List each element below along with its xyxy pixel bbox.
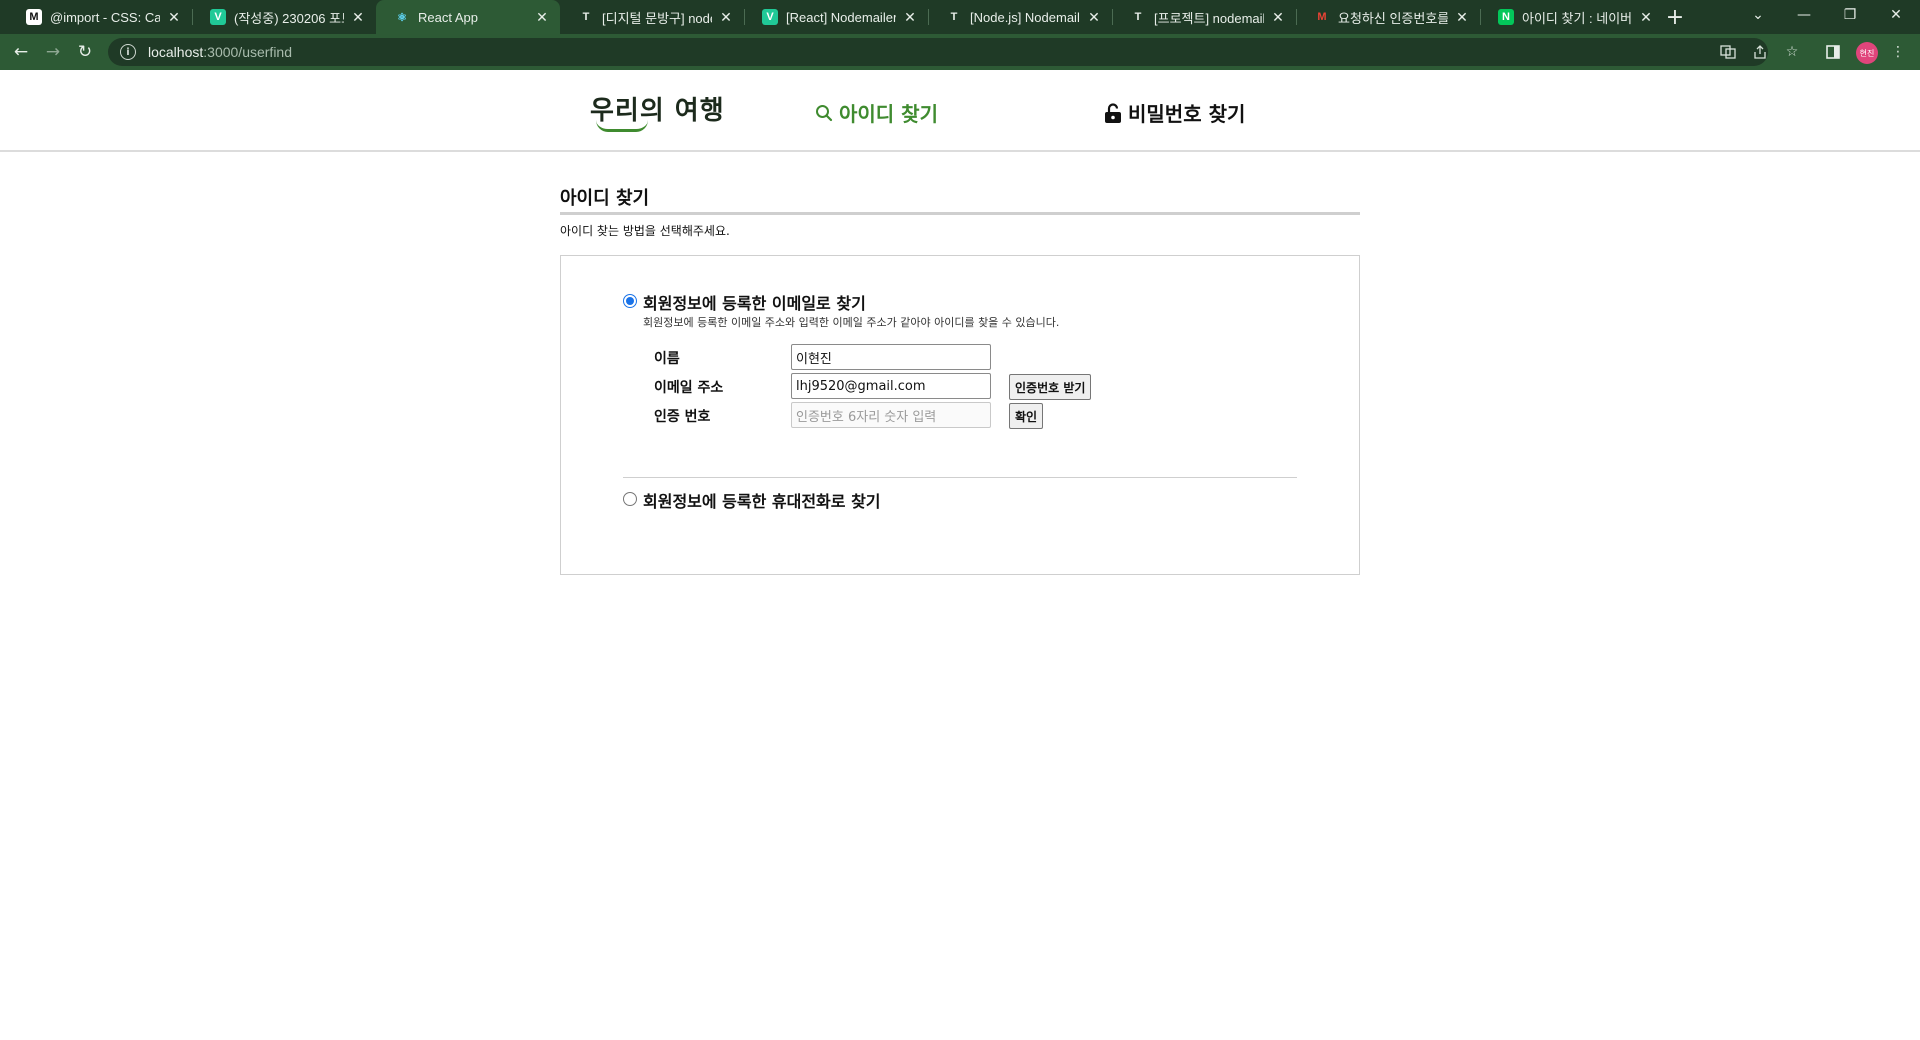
auth-code-label: 인증 번호 — [654, 409, 711, 425]
email-option-label[interactable]: 회원정보에 등록한 이메일로 찾기 — [643, 290, 866, 314]
search-icon — [815, 104, 833, 122]
unlock-icon — [1104, 102, 1122, 123]
tab-close-icon[interactable]: ✕ — [534, 9, 550, 26]
site-info-icon[interactable]: i — [120, 44, 136, 60]
tab-separator — [1480, 9, 1481, 25]
email-option-radio[interactable] — [623, 294, 637, 308]
back-icon[interactable]: ← — [8, 39, 34, 65]
nav-find-password[interactable]: 비밀번호 찾기 — [1104, 98, 1245, 127]
browser-tab[interactable]: T [디지털 문방구] node ✕ — [560, 0, 744, 34]
browser-tab-strip: M@import - CSS: Casca✕V(작성중) 230206 포트✕⚛… — [0, 0, 1920, 34]
tab-separator — [192, 9, 193, 25]
tab-separator — [1296, 9, 1297, 25]
profile-avatar[interactable]: 현진 — [1856, 42, 1878, 64]
tab-title: (작성중) 230206 포트 — [234, 10, 344, 26]
tab-favicon-icon: ⚛ — [397, 11, 407, 24]
tab-title: [React] Nodemailer G — [786, 9, 896, 25]
tab-title: [디지털 문방구] node — [602, 10, 712, 26]
tab-search-icon[interactable]: ⌄ — [1736, 0, 1780, 30]
auth-code-input[interactable]: 인증번호 6자리 숫자 입력 — [791, 402, 991, 428]
forward-icon[interactable]: → — [40, 39, 66, 65]
tab-close-icon[interactable]: ✕ — [350, 9, 366, 26]
tab-favicon-icon: M — [26, 9, 42, 25]
browser-tab[interactable]: V (작성중) 230206 포트 ✕ — [192, 0, 376, 34]
browser-tab[interactable]: T [Node.js] Nodemailer ✕ — [928, 0, 1112, 34]
browser-tab[interactable]: T [프로젝트] nodemaile ✕ — [1112, 0, 1296, 34]
tab-favicon-icon: T — [950, 11, 958, 23]
browser-tab[interactable]: M 요청하신 인증번호를 ✕ — [1296, 0, 1480, 34]
email-option-description: 회원정보에 등록한 이메일 주소와 입력한 이메일 주소가 같아야 아이디를 찾… — [643, 316, 1060, 329]
page: 우리의 여행 아이디 찾기 비밀번호 찾기 아이디 찾기 아이디 찾는 방법을 … — [0, 70, 1920, 1040]
email-input[interactable]: lhj9520@gmail.com — [791, 373, 991, 399]
tab-favicon-icon: N — [1498, 9, 1514, 25]
reload-icon[interactable]: ↻ — [72, 39, 98, 65]
logo-smile-icon — [596, 120, 648, 132]
tab-favicon-icon: V — [762, 9, 778, 25]
url-host: localhost — [148, 44, 204, 60]
name-label: 이름 — [654, 351, 680, 367]
tab-close-icon[interactable]: ✕ — [1086, 9, 1102, 26]
address-bar[interactable]: i localhost:3000/userfind — [108, 38, 1768, 66]
site-header: 우리의 여행 아이디 찾기 비밀번호 찾기 — [0, 70, 1920, 152]
tab-title: [Node.js] Nodemailer — [970, 9, 1080, 25]
close-window-button[interactable]: ✕ — [1874, 0, 1918, 30]
tab-separator — [744, 9, 745, 25]
site-logo[interactable]: 우리의 여행 — [590, 90, 725, 132]
tab-close-icon[interactable]: ✕ — [1454, 9, 1470, 26]
browser-toolbar: ← → ↻ i localhost:3000/userfind ☆ 현진 ⋮ — [0, 34, 1920, 70]
find-id-panel: 회원정보에 등록한 이메일로 찾기 회원정보에 등록한 이메일 주소와 입력한 … — [560, 255, 1360, 575]
tab-title: React App — [418, 9, 478, 25]
tab-close-icon[interactable]: ✕ — [718, 9, 734, 26]
phone-option-label[interactable]: 회원정보에 등록한 휴대전화로 찾기 — [643, 488, 881, 512]
tab-separator — [928, 9, 929, 25]
tab-title: @import - CSS: Casca — [50, 9, 160, 25]
tab-close-icon[interactable]: ✕ — [1270, 9, 1286, 26]
tab-favicon-icon: T — [582, 11, 590, 23]
minimize-button[interactable]: — — [1782, 0, 1826, 30]
tab-separator — [1112, 9, 1113, 25]
phone-option-radio[interactable] — [623, 492, 637, 506]
nav-find-id[interactable]: 아이디 찾기 — [815, 98, 938, 127]
browser-tab[interactable]: M @import - CSS: Casca ✕ — [8, 0, 192, 34]
confirm-button[interactable]: 확인 — [1009, 403, 1044, 429]
send-code-button[interactable]: 인증번호 받기 — [1009, 374, 1092, 400]
name-input[interactable]: 이현진 — [791, 344, 991, 370]
restore-button[interactable]: ❐ — [1828, 0, 1872, 30]
translate-icon[interactable] — [1718, 42, 1738, 62]
email-label: 이메일 주소 — [654, 380, 724, 396]
browser-tab[interactable]: ⚛ React App ✕ — [376, 0, 560, 34]
tab-title: 아이디 찾기 : 네이버 — [1522, 10, 1632, 26]
new-tab-button[interactable]: + — [1662, 4, 1688, 30]
option-divider — [623, 477, 1297, 478]
tab-favicon-icon: T — [1134, 11, 1142, 23]
tab-close-icon[interactable]: ✕ — [902, 9, 918, 26]
section-title: 아이디 찾기 — [560, 188, 650, 209]
share-icon[interactable] — [1750, 42, 1770, 62]
bookmark-star-icon[interactable]: ☆ — [1782, 42, 1802, 62]
side-panel-icon[interactable] — [1823, 42, 1843, 62]
tab-title: [프로젝트] nodemaile — [1154, 10, 1264, 26]
tab-title: 요청하신 인증번호를 — [1338, 10, 1448, 26]
menu-kebab-icon[interactable]: ⋮ — [1888, 42, 1908, 62]
browser-tab[interactable]: N 아이디 찾기 : 네이버 ✕ — [1480, 0, 1664, 34]
browser-tab[interactable]: V [React] Nodemailer G ✕ — [744, 0, 928, 34]
section-divider — [560, 212, 1360, 215]
url-path: :3000/userfind — [203, 44, 292, 60]
tab-close-icon[interactable]: ✕ — [166, 9, 182, 26]
tab-favicon-icon: V — [210, 9, 226, 25]
section-description: 아이디 찾는 방법을 선택해주세요. — [560, 224, 730, 238]
tab-favicon-icon: M — [1317, 11, 1327, 23]
tab-close-icon[interactable]: ✕ — [1638, 9, 1654, 26]
